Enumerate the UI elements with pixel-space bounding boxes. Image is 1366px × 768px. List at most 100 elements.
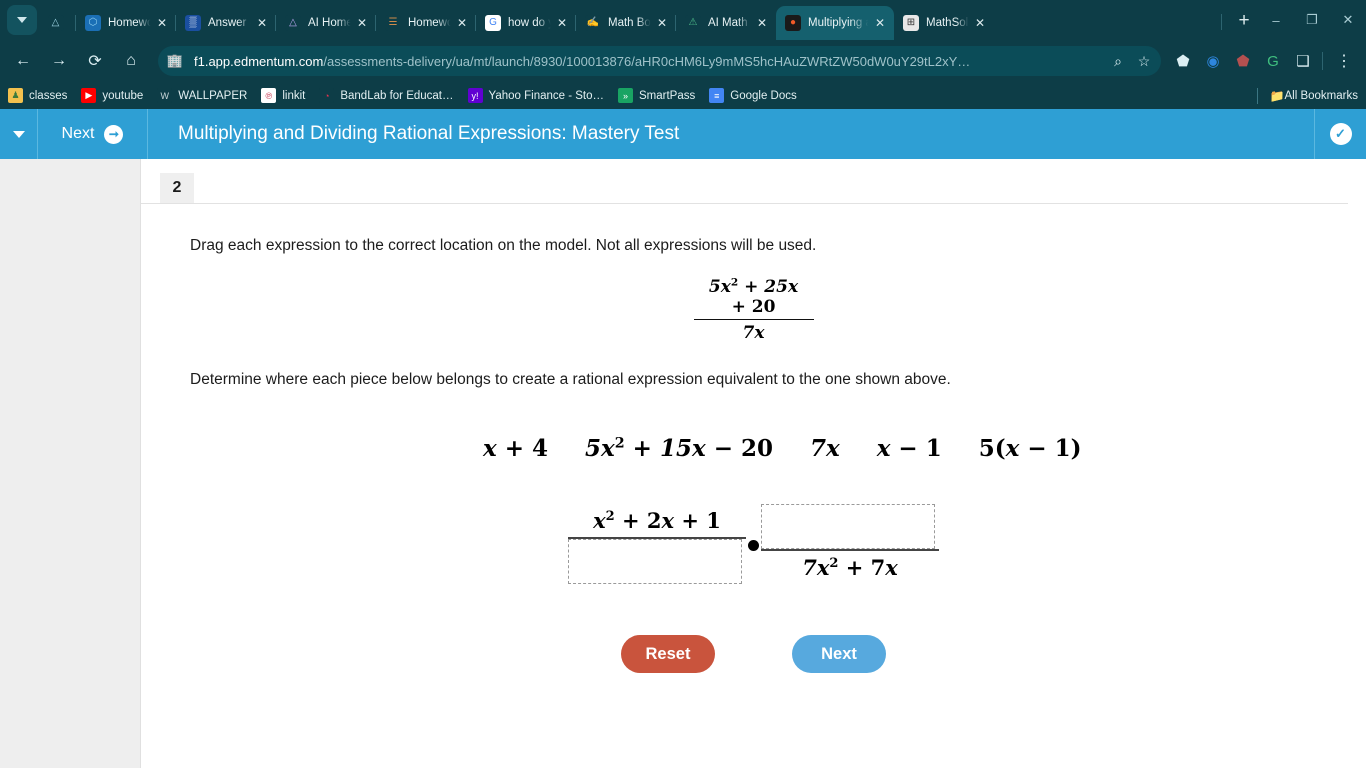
reset-button[interactable]: Reset	[621, 635, 715, 673]
draggable-option-2[interactable]: 7x	[810, 435, 840, 462]
shield-extension-icon[interactable]: ⬟	[1169, 47, 1197, 75]
maximize-window-button[interactable]: ❐	[1294, 6, 1330, 34]
tab-title: how do you s	[508, 17, 552, 29]
bookmark-label: SmartPass	[639, 89, 696, 102]
browser-tab[interactable]: ⚠ AI Math Calc✕	[675, 6, 776, 40]
forward-button[interactable]: →	[44, 46, 74, 76]
model-right-denominator: 7x2 + 7x	[802, 555, 898, 580]
close-window-button[interactable]: ✕	[1330, 6, 1366, 34]
tab-separator	[275, 15, 276, 31]
extensions-puzzle-icon[interactable]: ❑	[1289, 47, 1317, 75]
browser-tab[interactable]: ⊞ MathSolver✕	[894, 6, 994, 40]
bookmark-label: youtube	[102, 89, 144, 102]
all-bookmarks-area[interactable]: 📁 All Bookmarks	[1256, 87, 1358, 104]
bookmark-favicon-icon: ℗	[261, 88, 277, 103]
dropzone-left-denominator[interactable]	[568, 539, 742, 584]
chevron-down-icon	[12, 130, 25, 138]
close-tab-icon[interactable]: ✕	[554, 15, 570, 31]
toolbar-divider	[1322, 52, 1323, 70]
window-controls: – ❐ ✕	[1258, 6, 1366, 40]
tab-title: Multiplying a	[808, 17, 870, 29]
tab-title: Homework He	[408, 17, 452, 29]
browser-tab[interactable]: ● Multiplying a ✕	[776, 6, 894, 40]
tab-search-button[interactable]	[7, 5, 37, 35]
address-bar[interactable]: 🏢 f1.app.edmentum.com/assessments-delive…	[158, 46, 1161, 76]
tab-separator	[475, 15, 476, 31]
chevron-down-icon	[17, 17, 27, 23]
tab-title: Answer - Sma	[208, 17, 252, 29]
pinned-tab-favicon-icon: △	[47, 15, 64, 31]
bookmark-item[interactable]: » SmartPass	[618, 88, 695, 103]
check-circle-icon: ✓	[1329, 123, 1352, 145]
bookmark-label: WALLPAPER	[178, 89, 248, 102]
browser-tab[interactable]: ▒ Answer - Sma✕	[175, 6, 276, 40]
header-menu-button[interactable]	[0, 109, 38, 159]
tab-title: AI Math Calc	[708, 17, 752, 29]
back-button[interactable]: ←	[8, 46, 38, 76]
draggable-option-1[interactable]: 5x2 + 15x − 20	[585, 435, 773, 462]
draggable-options: x + 4 5x2 + 15x − 20 7x x − 1 5(x − 1)	[141, 389, 1366, 462]
model-right-fraction: 7x2 + 7x	[761, 504, 939, 584]
reload-button[interactable]: ⟳	[80, 46, 110, 76]
bookmark-item[interactable]: ▶ youtube	[81, 88, 143, 103]
draggable-option-0[interactable]: x + 4	[483, 435, 548, 462]
grammarly-icon[interactable]: G	[1259, 47, 1287, 75]
bookmark-item[interactable]: W WALLPAPER	[157, 88, 247, 103]
tabstrip-divider	[1221, 14, 1222, 30]
header-next-button[interactable]: Next ➞	[38, 109, 148, 159]
target-fraction-denominator: 7x	[742, 323, 765, 343]
assessment-header: Next ➞ Multiplying and Dividing Rational…	[0, 109, 1366, 159]
tab-separator	[675, 15, 676, 31]
tab-title: MathSolver	[926, 17, 970, 29]
site-info-icon[interactable]: 🏢	[164, 50, 186, 72]
close-tab-icon[interactable]: ✕	[654, 15, 670, 31]
close-tab-icon[interactable]: ✕	[254, 15, 270, 31]
close-tab-icon[interactable]: ✕	[872, 15, 888, 31]
brainly-icon: ▒	[185, 15, 201, 31]
draggable-option-4[interactable]: 5(x − 1)	[979, 435, 1082, 462]
url-domain: f1.app.edmentum.com	[194, 53, 324, 69]
bookmark-item[interactable]: ♟ classes	[8, 88, 67, 103]
address-bar-url: f1.app.edmentum.com/assessments-delivery…	[194, 54, 1105, 69]
bookmark-label: Google Docs	[730, 89, 797, 102]
bookmark-star-icon[interactable]: ☆	[1131, 48, 1157, 74]
browser-tab[interactable]: ✍ Math Bot - AI✕	[575, 6, 676, 40]
browser-tab[interactable]: ⬡ Homework Help✕	[75, 6, 176, 40]
tab-strip: △ ⬡Homework Help✕▒Answer - Sma✕△AI Homew…	[0, 0, 1366, 40]
header-next-label: Next	[61, 125, 95, 142]
close-tab-icon[interactable]: ✕	[972, 15, 988, 31]
home-button[interactable]: ⌂	[116, 46, 146, 76]
adblock-icon[interactable]: ⬟	[1229, 47, 1257, 75]
minimize-window-button[interactable]: –	[1258, 6, 1294, 34]
browser-tab[interactable]: Ghow do you s✕	[475, 6, 576, 40]
zoom-icon[interactable]: ⌕	[1105, 48, 1131, 74]
draggable-option-3[interactable]: x − 1	[877, 435, 942, 462]
model-left-fraction: x2 + 2x + 1	[568, 504, 746, 584]
next-button[interactable]: Next	[792, 635, 886, 673]
navigation-bar: ← → ⟳ ⌂ 🏢 f1.app.edmentum.com/assessment…	[0, 40, 1366, 82]
close-tab-icon[interactable]: ✕	[454, 15, 470, 31]
copilot-icon: ⬡	[85, 15, 101, 31]
browser-tab[interactable]: ☰ Homework He✕	[375, 6, 476, 40]
action-buttons: Reset Next	[141, 635, 1366, 673]
bookmark-favicon-icon: ≡	[709, 88, 725, 103]
bookmark-favicon-icon: W	[157, 88, 173, 103]
close-tab-icon[interactable]: ✕	[354, 15, 370, 31]
bookmark-item[interactable]: ◔ BandLab for Educat…	[319, 88, 454, 103]
bookmark-item[interactable]: ≡ Google Docs	[709, 88, 797, 103]
tab-title: Math Bot - AI	[608, 17, 652, 29]
submit-test-button[interactable]: ✓	[1314, 109, 1366, 159]
browser-menu-icon[interactable]: ⋮	[1330, 47, 1358, 75]
close-tab-icon[interactable]: ✕	[754, 15, 770, 31]
bookmark-item[interactable]: ℗ linkit	[261, 88, 305, 103]
multiplication-dot-icon	[748, 539, 759, 551]
browser-tab[interactable]: △ AI Homework✕	[275, 6, 376, 40]
dropzone-right-numerator[interactable]	[761, 504, 935, 549]
bookmark-item[interactable]: y! Yahoo Finance - Sto…	[467, 88, 604, 103]
new-tab-button[interactable]: +	[1230, 8, 1258, 36]
close-tab-icon[interactable]: ✕	[154, 15, 170, 31]
pinned-tab[interactable]: △	[42, 6, 76, 40]
privacy-badger-icon[interactable]: ◉	[1199, 47, 1227, 75]
bookmark-favicon-icon: ♟	[8, 88, 23, 103]
bookmarks-bar: ♟ classes ▶ youtube W WALLPAPER ℗ linkit ◔ BandLa…	[0, 82, 1366, 109]
